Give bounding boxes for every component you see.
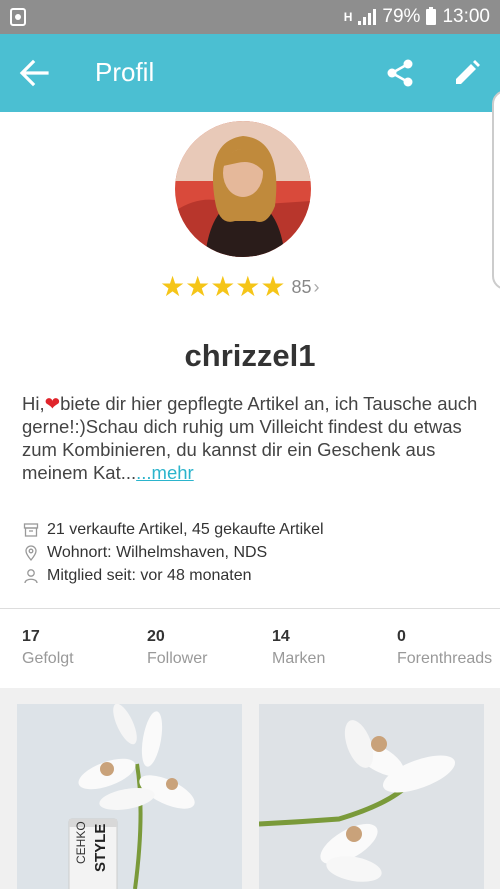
stat-following[interactable]: 17 Gefolgt (22, 624, 74, 668)
profile-meta: 21 verkaufte Artikel, 45 gekaufte Artike… (22, 518, 324, 587)
status-bar: H 79% 13:00 (0, 0, 500, 34)
battery-percent: 79% (382, 6, 421, 27)
share-icon[interactable] (385, 58, 415, 88)
item-card[interactable] (259, 704, 484, 889)
battery-icon (426, 7, 437, 25)
rating[interactable]: ★★★★★ 85 › (160, 272, 320, 302)
profile-bio: Hi,❤biete dir hier gepflegte Artikel an,… (22, 392, 484, 484)
edge-panel-handle[interactable] (492, 90, 500, 290)
box-icon (22, 521, 40, 539)
location-row: Wohnort: Wilhelmshaven, NDS (22, 541, 324, 564)
notification-icon (10, 8, 26, 26)
sales-row: 21 verkaufte Artikel, 45 gekaufte Artike… (22, 518, 324, 541)
stat-brands[interactable]: 14 Marken (272, 624, 325, 668)
avatar[interactable] (175, 121, 311, 257)
item-card[interactable]: CEHKO STYLE (17, 704, 242, 889)
sold-bought-text: 21 verkaufte Artikel, 45 gekaufte Artike… (47, 520, 324, 538)
app-bar: Profil (0, 34, 500, 112)
page-title: Profil (95, 57, 155, 87)
location-text: Wohnort: Wilhelmshaven, NDS (47, 543, 268, 561)
person-icon (22, 567, 40, 585)
product-brand-text: CEHKO (74, 821, 88, 864)
divider (0, 608, 500, 609)
stat-label: Marken (272, 650, 326, 667)
chevron-right-icon: › (313, 276, 320, 297)
clock: 13:00 (442, 6, 490, 27)
stat-value: 14 (272, 628, 290, 645)
back-arrow-icon[interactable] (18, 58, 50, 88)
edit-pencil-icon[interactable] (452, 58, 482, 88)
stat-value: 17 (22, 628, 40, 645)
network-type: H (343, 10, 353, 24)
stat-value: 20 (147, 628, 165, 645)
stat-forum-threads[interactable]: 0 Forenthreads (397, 624, 492, 668)
profile-stats: 17 Gefolgt 20 Follower 14 Marken 0 Foren… (0, 624, 500, 684)
bio-text: biete dir hier gepflegte Artikel an, ich… (22, 393, 478, 483)
signal-icon (358, 9, 377, 25)
member-since-text: Mitglied seit: vor 48 monaten (47, 566, 252, 584)
star-rating-icon: ★★★★★ (160, 271, 286, 302)
stat-followers[interactable]: 20 Follower (147, 624, 207, 668)
stat-label: Follower (147, 650, 208, 667)
product-line-text: STYLE (92, 824, 109, 872)
username: chrizzel1 (184, 338, 316, 373)
stat-label: Gefolgt (22, 650, 74, 667)
item-photo (259, 704, 484, 889)
stat-value: 0 (397, 628, 406, 645)
stat-label: Forenthreads (397, 650, 493, 667)
bio-greeting: Hi, (22, 393, 45, 414)
member-row: Mitglied seit: vor 48 monaten (22, 564, 324, 587)
item-photo: CEHKO STYLE (17, 704, 242, 889)
more-link[interactable]: ...mehr (136, 462, 194, 483)
location-pin-icon (22, 544, 40, 562)
rating-count: 85 (291, 276, 312, 297)
heart-icon: ❤ (44, 393, 61, 414)
